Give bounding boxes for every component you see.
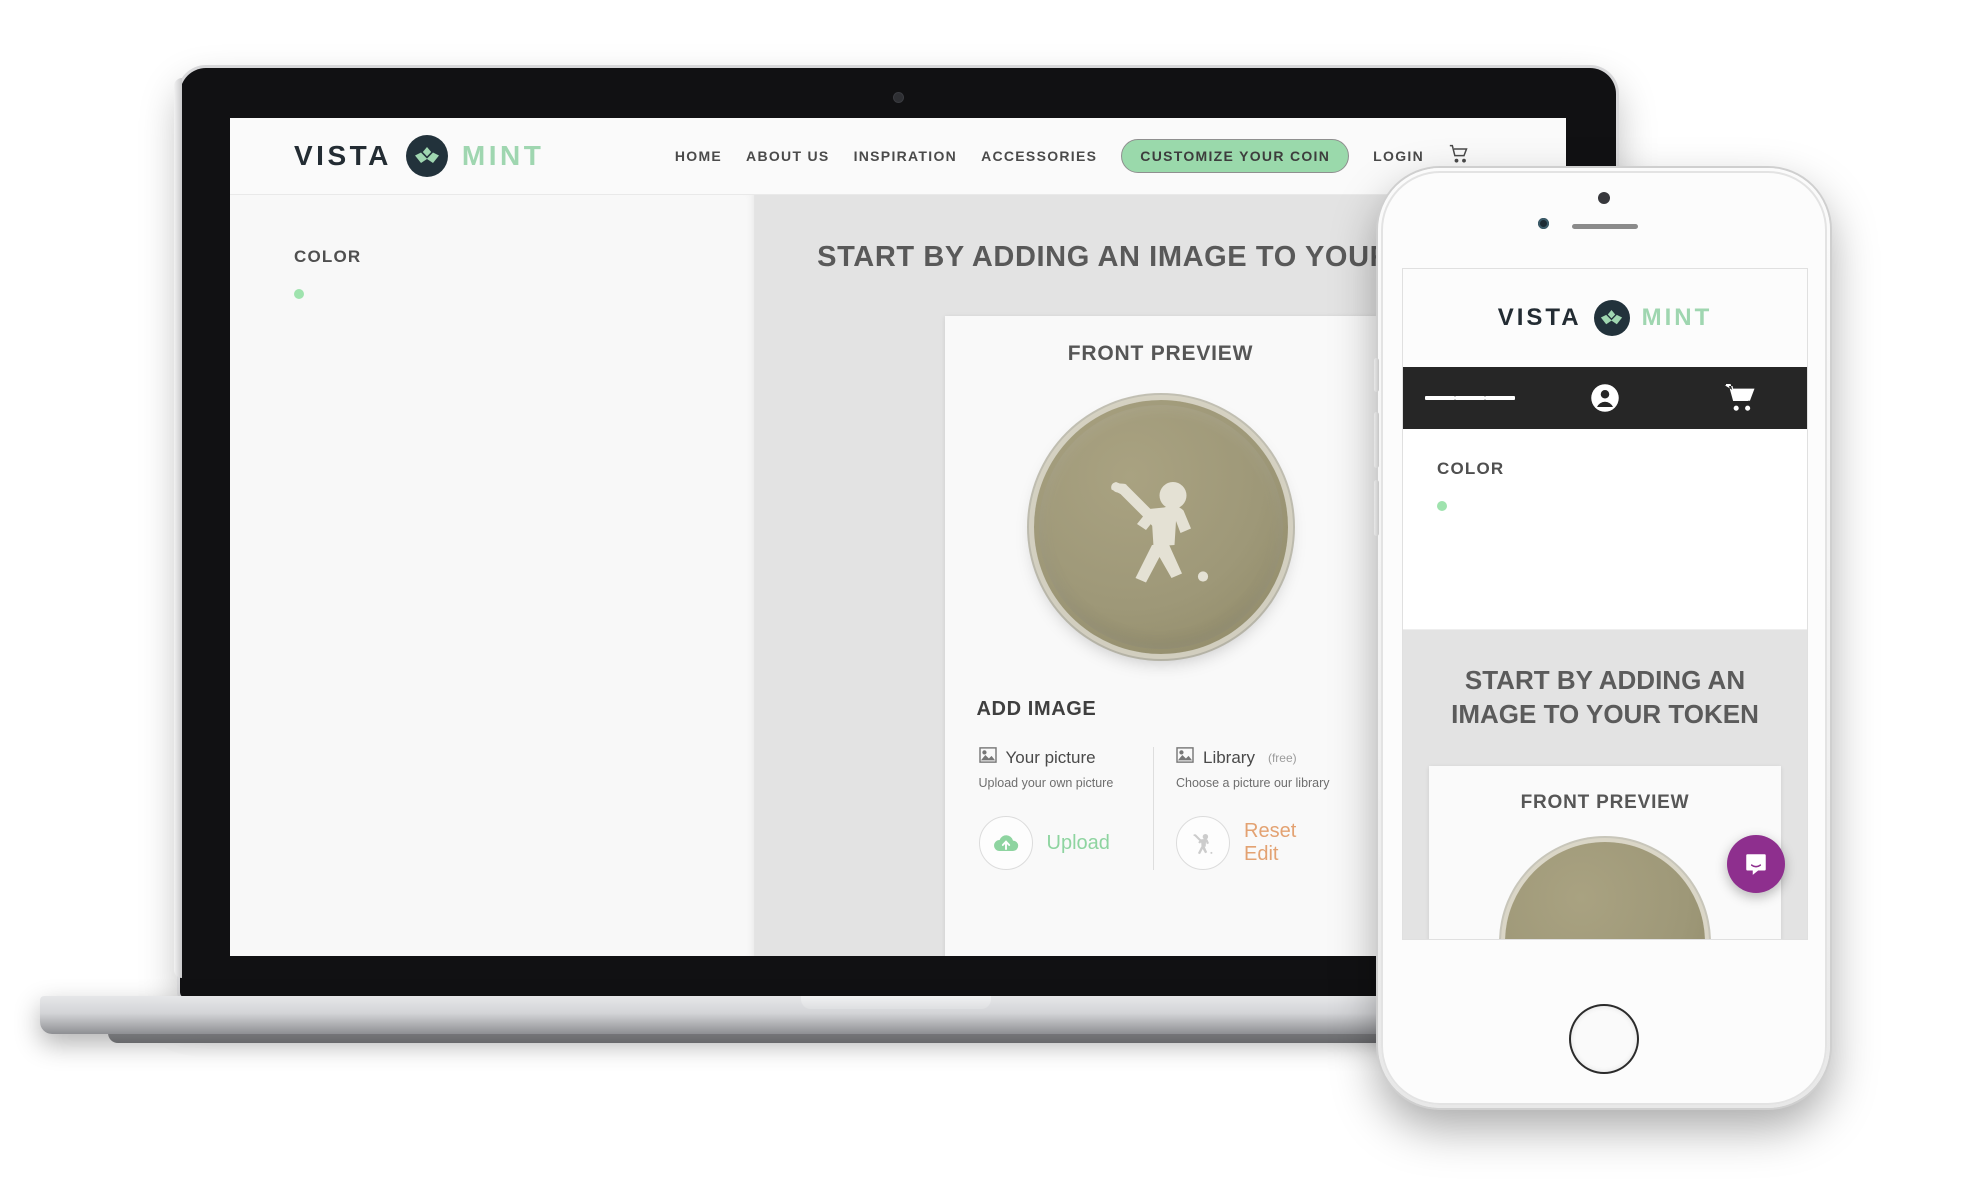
cart-icon[interactable] [1448, 144, 1470, 169]
reset-edit-action[interactable]: Reset Edit [1176, 816, 1343, 870]
phone-volume-down-button [1374, 480, 1379, 536]
account-circle-icon[interactable] [1538, 383, 1673, 413]
color-swatch-gold[interactable] [1465, 501, 1475, 511]
field-hockey-player-icon [1110, 482, 1208, 583]
reset-edit-button-label[interactable]: Reset Edit [1244, 820, 1296, 866]
logo-text-mint: MINT [1641, 304, 1713, 331]
mountain-logo-icon [405, 135, 448, 177]
front-preview-title: FRONT PREVIEW [1067, 342, 1254, 365]
color-swatch-antique-bronze[interactable] [1437, 501, 1447, 511]
logo-text-vista: VISTA [294, 140, 392, 171]
option-title: Library [1203, 747, 1255, 767]
cloud-upload-icon [978, 816, 1033, 870]
front-preview-card: FRONT PREVIEW [944, 316, 1377, 956]
logo-text-mint: MINT [461, 140, 545, 171]
add-image-section-title: ADD IMAGE [976, 698, 1097, 720]
site-logo[interactable]: VISTA MINT [294, 135, 544, 177]
device-mockup-stage: VISTA MINT HOME ABOUT US INSPIRATION ACC… [0, 0, 1980, 1200]
color-swatch-list [294, 289, 754, 299]
nav-item-inspiration[interactable]: INSPIRATION [854, 148, 958, 164]
option-your-picture: Your picture Upload your own picture Upl… [971, 747, 1154, 870]
desktop-site-header: VISTA MINT HOME ABOUT US INSPIRATION ACC… [230, 118, 1566, 195]
upload-action[interactable]: Upload [978, 816, 1146, 870]
phone-mute-switch [1374, 358, 1379, 392]
coin-preview[interactable] [945, 400, 1377, 654]
mobile-logo-bar[interactable]: VISTA MINT [1403, 269, 1807, 367]
color-swatch-list [1437, 501, 1807, 511]
add-image-options: Your picture Upload your own picture Upl… [945, 747, 1377, 870]
desktop-nav: HOME ABOUT US INSPIRATION ACCESSORIES CU… [675, 139, 1470, 173]
option-header: Library (free) [1176, 747, 1343, 768]
image-icon [1176, 747, 1194, 768]
page-title: START BY ADDING AN IMAGE TO YOUR TOKEN [1451, 665, 1759, 729]
phone-device: VISTA MINT COLOR START BY ADDING AN IMAG… [1374, 168, 1830, 1108]
phone-proximity-sensor-icon [1598, 192, 1610, 204]
coin-face [1505, 841, 1705, 939]
phone-home-button[interactable] [1571, 1006, 1637, 1072]
phone-screen: VISTA MINT COLOR START BY ADDING AN IMAG… [1402, 268, 1808, 940]
desktop-options-sidebar: COLOR [230, 195, 755, 956]
option-subtitle: Choose a picture our library [1176, 776, 1330, 790]
field-hockey-player-icon [1176, 816, 1230, 870]
hamburger-menu-icon[interactable] [1403, 392, 1538, 405]
chat-bubble-icon[interactable] [1727, 835, 1785, 893]
mobile-nav-bar [1403, 367, 1807, 429]
option-header: Your picture [978, 747, 1146, 768]
option-subtitle: Upload your own picture [978, 776, 1114, 790]
phone-front-camera-icon [1538, 218, 1549, 229]
laptop-webcam-icon [894, 93, 903, 102]
option-library: Library (free) Choose a picture our libr… [1153, 747, 1351, 870]
upload-button-label[interactable]: Upload [1047, 832, 1110, 855]
option-title: Your picture [1005, 747, 1096, 767]
customize-your-coin-button[interactable]: CUSTOMIZE YOUR COIN [1121, 139, 1350, 173]
nav-item-about-us[interactable]: ABOUT US [746, 148, 830, 164]
phone-volume-up-button [1374, 412, 1379, 468]
mobile-options-sidebar: COLOR [1403, 429, 1807, 630]
mountain-logo-icon [1593, 300, 1630, 336]
color-section-label: COLOR [294, 247, 362, 266]
color-swatch-antique-bronze[interactable] [294, 289, 304, 299]
color-swatch-gold[interactable] [322, 289, 332, 299]
phone-earpiece-speaker [1572, 224, 1638, 229]
shopping-cart-icon[interactable] [1672, 384, 1807, 412]
color-section-label: COLOR [1437, 459, 1505, 478]
coin-face [1033, 400, 1288, 654]
nav-item-accessories[interactable]: ACCESSORIES [981, 148, 1097, 164]
nav-item-login[interactable]: LOGIN [1373, 148, 1424, 164]
logo-text-vista: VISTA [1497, 304, 1582, 331]
front-preview-title: FRONT PREVIEW [1520, 791, 1690, 813]
laptop-screen: VISTA MINT HOME ABOUT US INSPIRATION ACC… [230, 118, 1566, 956]
nav-item-home[interactable]: HOME [675, 148, 722, 164]
image-icon [978, 747, 997, 768]
desktop-body: COLOR START BY ADDING AN IMAGE TO YOUR T… [230, 195, 1566, 956]
option-badge: (free) [1267, 750, 1297, 765]
mobile-main-panel: START BY ADDING AN IMAGE TO YOUR TOKEN F… [1403, 630, 1807, 939]
